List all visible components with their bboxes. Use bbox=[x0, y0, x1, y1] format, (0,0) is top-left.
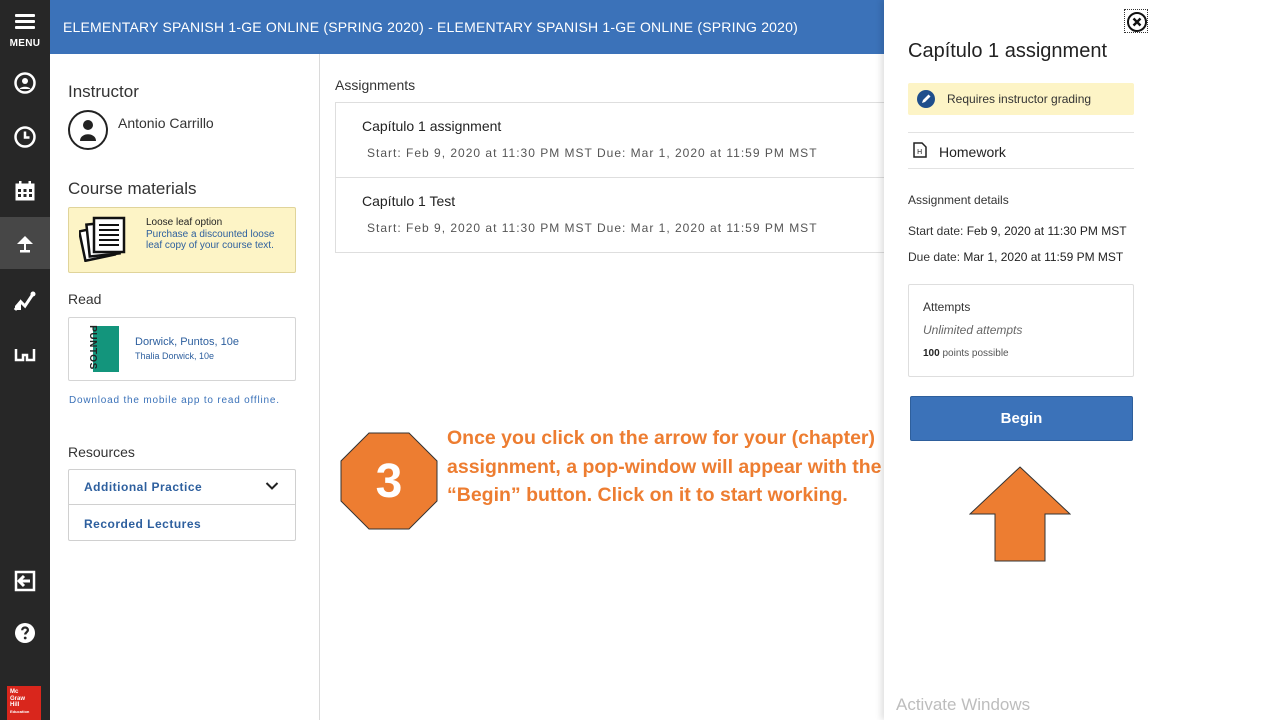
clock-icon bbox=[14, 126, 36, 148]
performance-chart-icon bbox=[13, 291, 36, 311]
close-button[interactable] bbox=[1124, 9, 1148, 33]
rail-item-performance[interactable] bbox=[0, 275, 50, 327]
loose-leaf-title: Loose leaf option bbox=[146, 217, 223, 228]
instructor-heading: Instructor bbox=[68, 82, 139, 101]
svg-text:H: H bbox=[917, 148, 922, 156]
homework-icon: H bbox=[913, 142, 927, 158]
app-root: MENU Mc Graw Hill Education ELEMENTARY S… bbox=[0, 0, 1280, 720]
glasses-icon bbox=[14, 349, 36, 362]
begin-button[interactable]: Begin bbox=[910, 396, 1133, 441]
book-title-link[interactable]: Dorwick, Puntos, 10e bbox=[135, 336, 239, 348]
attempts-box: Attempts Unlimited attempts 100 points p… bbox=[908, 284, 1134, 377]
nav-rail: MENU Mc Graw Hill Education bbox=[0, 0, 50, 720]
step-number: 3 bbox=[375, 454, 403, 508]
attempts-value: Unlimited attempts bbox=[923, 323, 1023, 337]
close-icon bbox=[1127, 12, 1147, 32]
rail-item-profile[interactable] bbox=[0, 57, 50, 109]
rail-item-upcoming[interactable] bbox=[0, 111, 50, 163]
assignments-heading: Assignments bbox=[335, 77, 416, 93]
avatar bbox=[68, 110, 108, 150]
list-item[interactable]: Capítulo 1 assignment Start: Feb 9, 2020… bbox=[336, 103, 885, 178]
resources-list: Additional Practice Recorded Lectures bbox=[68, 469, 296, 541]
lamp-icon bbox=[17, 236, 33, 253]
course-materials-heading: Course materials bbox=[68, 179, 197, 198]
person-icon bbox=[80, 120, 96, 141]
rail-item-help[interactable] bbox=[0, 607, 50, 659]
resources-heading: Resources bbox=[68, 444, 135, 460]
pencil-icon bbox=[917, 90, 935, 108]
assignments-list: Capítulo 1 assignment Start: Feb 9, 2020… bbox=[335, 102, 885, 253]
ebook-card[interactable]: PUNTOS Dorwick, Puntos, 10e Thalia Dorwi… bbox=[68, 317, 296, 381]
assignment-panel: Capítulo 1 assignment Requires instructo… bbox=[884, 0, 1280, 720]
loose-leaf-link[interactable]: Purchase a discounted loose leaf copy of… bbox=[146, 229, 286, 251]
assignment-name[interactable]: Capítulo 1 Test bbox=[362, 193, 455, 209]
rail-item-readanywhere[interactable] bbox=[0, 329, 50, 381]
user-circle-icon bbox=[14, 72, 36, 94]
assignment-name[interactable]: Capítulo 1 assignment bbox=[362, 118, 501, 134]
course-title: ELEMENTARY SPANISH 1-GE ONLINE (SPRING 2… bbox=[63, 19, 799, 35]
assignment-dates: Start: Feb 9, 2020 at 11:30 PM MST Due: … bbox=[367, 221, 818, 235]
book-cover: PUNTOS bbox=[83, 325, 119, 372]
calendar-icon bbox=[15, 181, 35, 201]
resource-label: Recorded Lectures bbox=[84, 516, 202, 531]
mcgraw-hill-logo: Mc Graw Hill Education bbox=[7, 686, 41, 720]
annotation-text: Once you click on the arrow for your (ch… bbox=[447, 427, 882, 507]
resource-item-additional-practice[interactable]: Additional Practice bbox=[69, 470, 295, 505]
assignment-dates: Start: Feb 9, 2020 at 11:30 PM MST Due: … bbox=[367, 146, 818, 160]
course-sidebar: Instructor Antonio Carrillo Course mater… bbox=[50, 54, 320, 720]
chevron-down-icon[interactable] bbox=[265, 481, 279, 491]
menu-button[interactable]: MENU bbox=[0, 8, 50, 51]
points-possible: 100 points possible bbox=[923, 348, 1009, 359]
attempts-heading: Attempts bbox=[923, 300, 971, 314]
course-header: ELEMENTARY SPANISH 1-GE ONLINE (SPRING 2… bbox=[50, 0, 884, 54]
rail-item-calendar[interactable] bbox=[0, 165, 50, 217]
grading-text: Requires instructor grading bbox=[947, 92, 1092, 106]
read-heading: Read bbox=[68, 291, 102, 307]
due-date: Due date: Mar 1, 2020 at 11:59 PM MST bbox=[908, 250, 1124, 264]
start-date: Start date: Feb 9, 2020 at 11:30 PM MST bbox=[908, 224, 1127, 238]
grading-notice: Requires instructor grading bbox=[908, 83, 1134, 115]
resource-item-recorded-lectures[interactable]: Recorded Lectures bbox=[69, 506, 295, 541]
exit-icon bbox=[14, 570, 36, 592]
loose-leaf-card[interactable]: Loose leaf option Purchase a discounted … bbox=[68, 207, 296, 273]
step-badge: 3 bbox=[340, 432, 438, 530]
panel-title: Capítulo 1 assignment bbox=[908, 40, 1108, 62]
hamburger-icon bbox=[15, 14, 35, 29]
details-heading: Assignment details bbox=[908, 193, 1009, 207]
help-icon bbox=[15, 623, 35, 643]
download-app-link[interactable]: Download the mobile app to read offline. bbox=[69, 396, 284, 406]
arrow-up-icon bbox=[969, 466, 1071, 562]
resource-label: Additional Practice bbox=[84, 480, 203, 494]
assignment-type: H Homework bbox=[908, 132, 1134, 169]
activate-windows-watermark: Activate Windows bbox=[896, 695, 1031, 714]
rail-item-logout[interactable] bbox=[0, 555, 50, 607]
rail-item-classes[interactable] bbox=[0, 217, 50, 269]
type-label: Homework bbox=[939, 144, 1006, 160]
documents-icon bbox=[79, 216, 126, 262]
book-author: Thalia Dorwick, 10e bbox=[135, 351, 215, 361]
instructor-name: Antonio Carrillo bbox=[118, 115, 214, 131]
menu-label: MENU bbox=[9, 38, 41, 49]
list-item[interactable]: Capítulo 1 Test Start: Feb 9, 2020 at 11… bbox=[336, 178, 885, 253]
